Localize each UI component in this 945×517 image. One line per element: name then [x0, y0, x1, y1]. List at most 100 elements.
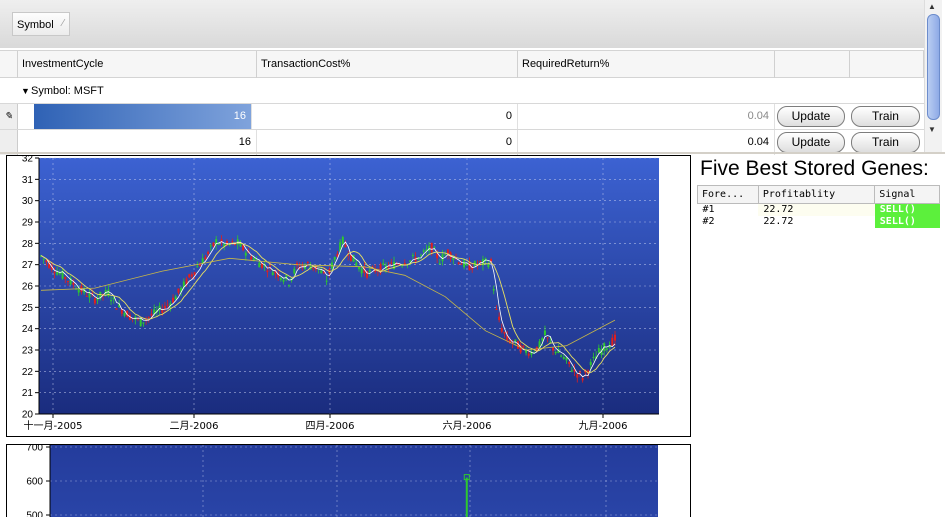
- gene-row[interactable]: #1 22.72 SELL(): [698, 203, 940, 216]
- candle: [495, 308, 498, 310]
- y-tick-label: 21: [22, 388, 34, 399]
- y-tick-label: 22: [22, 367, 34, 378]
- candle: [196, 266, 199, 268]
- candle: [325, 280, 328, 282]
- y-tick-label: 700: [26, 445, 43, 454]
- candle: [269, 265, 272, 267]
- y-tick-label: 24: [22, 324, 34, 335]
- scrollbar-thumb[interactable]: [927, 14, 940, 120]
- cell-required-return[interactable]: 0.04: [518, 104, 775, 129]
- train-button[interactable]: Train: [851, 106, 920, 127]
- group-row-label: Symbol: MSFT: [31, 85, 104, 97]
- candle: [177, 288, 180, 293]
- candle: [306, 261, 309, 263]
- group-row-msft[interactable]: ▼ Symbol: MSFT: [0, 79, 924, 103]
- candle: [77, 288, 80, 293]
- update-button[interactable]: Update: [777, 106, 845, 127]
- candle: [368, 269, 371, 273]
- candle: [433, 247, 436, 249]
- candle: [487, 264, 490, 268]
- candle: [463, 260, 466, 268]
- gene-profit: 22.72: [758, 203, 875, 216]
- scroll-up-arrow-icon[interactable]: ▲: [928, 2, 936, 11]
- price-chart: 20 21 22 23 24 25 26 27 28 29 30 31 32 十一月-2005 二月-20…: [6, 154, 691, 437]
- scroll-down-arrow-icon[interactable]: ▼: [928, 125, 936, 134]
- candle: [142, 322, 145, 324]
- table-row[interactable]: ✎ 16 0 0.04 Update Train: [0, 103, 924, 129]
- candle: [419, 254, 422, 256]
- y-tick-label: 27: [22, 260, 34, 271]
- update-button[interactable]: Update: [777, 132, 845, 153]
- splitter[interactable]: [0, 152, 945, 154]
- genes-col-fore[interactable]: Fore...: [697, 185, 759, 204]
- candle: [147, 316, 150, 318]
- y-tick-label: 28: [22, 239, 34, 250]
- column-header-train: [850, 51, 924, 78]
- candle: [568, 361, 571, 364]
- candle: [120, 309, 123, 314]
- group-tag-symbol[interactable]: Symbol ⁄: [12, 12, 70, 36]
- genes-col-profitability[interactable]: Profitablity: [757, 185, 876, 204]
- candle: [45, 260, 48, 263]
- candle: [554, 351, 557, 354]
- gene-row[interactable]: #2 22.72 SELL(): [698, 216, 940, 228]
- candle: [250, 256, 253, 260]
- candle: [522, 345, 525, 348]
- candle: [279, 277, 282, 281]
- candle: [287, 285, 290, 287]
- candle: [271, 272, 274, 276]
- candle: [123, 312, 126, 316]
- collapse-triangle-icon[interactable]: ▼: [21, 79, 30, 103]
- candle: [597, 348, 600, 353]
- sort-icon: ⁄: [62, 18, 64, 29]
- cell-transaction-cost[interactable]: 0: [257, 104, 518, 129]
- y-tick-label: 23: [22, 346, 34, 357]
- genes-table: Fore... Profitablity Signal #1 22.72 SEL…: [697, 185, 940, 228]
- candle: [390, 262, 393, 264]
- group-tag-label: Symbol: [17, 19, 54, 31]
- candle: [360, 268, 363, 274]
- y-tick-label: 500: [26, 511, 43, 517]
- train-button[interactable]: Train: [851, 132, 920, 153]
- candle: [457, 262, 460, 265]
- candle: [231, 241, 234, 243]
- candle: [570, 370, 573, 372]
- candle: [460, 263, 463, 265]
- candle: [341, 236, 344, 244]
- gene-id: #2: [702, 216, 715, 227]
- candle: [527, 353, 530, 356]
- candle: [312, 267, 315, 269]
- candle: [64, 277, 67, 280]
- candle: [212, 242, 215, 247]
- candle: [444, 254, 447, 256]
- candle: [452, 257, 455, 260]
- candle: [357, 267, 360, 270]
- column-header-investmentcycle[interactable]: InvestmentCycle: [18, 51, 257, 78]
- candle: [166, 304, 169, 306]
- column-header-transactioncost[interactable]: TransactionCost%: [257, 51, 518, 78]
- candle: [88, 292, 91, 298]
- candle: [66, 281, 69, 283]
- candle: [611, 337, 614, 346]
- vertical-scrollbar[interactable]: ▲ ▼: [924, 0, 942, 152]
- candle: [172, 297, 175, 303]
- volume-chart: 700 600 500: [6, 444, 691, 517]
- genes-col-signal[interactable]: Signal: [874, 185, 940, 204]
- candle: [541, 338, 544, 341]
- candle: [589, 361, 592, 366]
- column-header-row: InvestmentCycle TransactionCost% Require…: [0, 50, 924, 78]
- gene-signal: SELL(): [874, 203, 940, 216]
- column-header-requiredreturn[interactable]: RequiredReturn%: [518, 51, 775, 78]
- candle: [53, 272, 56, 274]
- candle: [188, 274, 191, 278]
- cell-investment-cycle[interactable]: 16: [34, 104, 252, 129]
- candle: [430, 243, 433, 253]
- y-tick-label: 25: [22, 303, 34, 314]
- candle: [605, 348, 608, 350]
- column-header-update: [775, 51, 850, 78]
- candle: [576, 374, 579, 378]
- gene-profit: 22.72: [763, 216, 794, 227]
- candle: [411, 254, 414, 257]
- candle: [578, 372, 581, 374]
- x-tick-label: 四月-2006: [305, 420, 354, 432]
